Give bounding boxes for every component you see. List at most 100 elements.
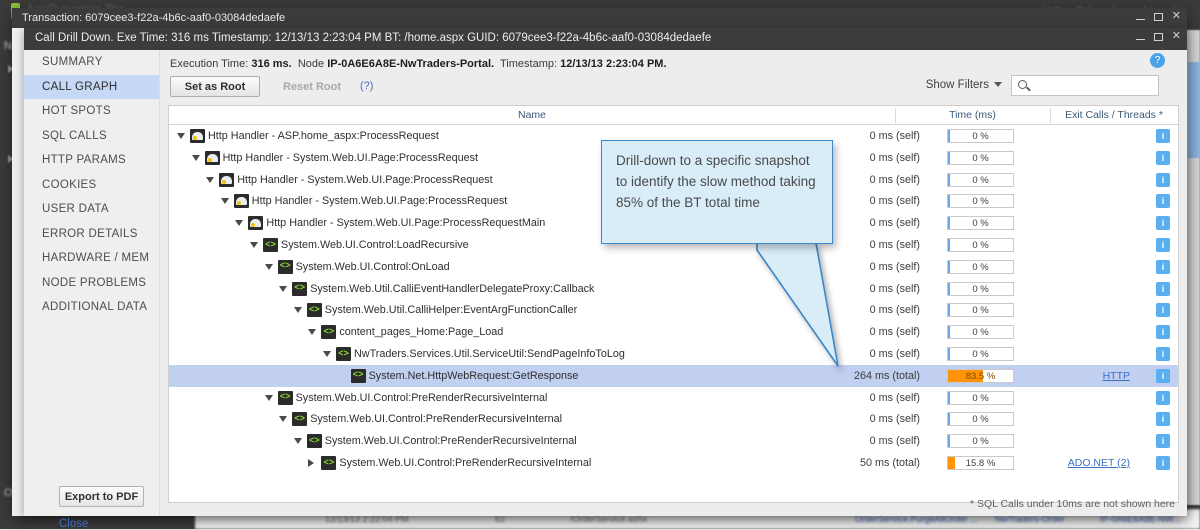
column-header-name[interactable]: Name <box>169 109 895 121</box>
node-value: IP-0A6E6A8E-NwTraders-Portal. <box>327 58 495 70</box>
collapse-triangle-icon[interactable] <box>279 285 288 292</box>
maximize-icon[interactable] <box>1153 32 1163 41</box>
collapse-triangle-icon[interactable] <box>177 133 185 139</box>
row-info-icon[interactable]: i <box>1156 325 1170 340</box>
close-link[interactable]: Close <box>59 518 88 530</box>
collapse-triangle-icon[interactable] <box>250 242 258 248</box>
sidebar-item-summary[interactable]: SUMMARY <box>24 50 159 75</box>
collapse-triangle-icon[interactable] <box>264 394 273 401</box>
row-percent-label: 15.8 % <box>965 458 996 469</box>
call-drill-down-titlebar[interactable]: Call Drill Down. Exe Time: 316 ms Timest… <box>24 28 1187 50</box>
minimize-icon[interactable] <box>1135 33 1145 40</box>
table-row[interactable]: <> System.Web.UI.Control:PreRenderRecursi… <box>169 387 1178 409</box>
row-time-value: 0 ms (self) <box>869 173 920 186</box>
row-time-value: 0 ms (self) <box>869 151 920 164</box>
row-info-icon[interactable]: i <box>1156 434 1170 449</box>
sidebar-item-label: HTTP PARAMS <box>42 154 127 166</box>
sidebar-item-hardware-mem[interactable]: HARDWARE / MEM <box>24 246 159 271</box>
transaction-titlebar[interactable]: Transaction: 6079cee3-f22a-4b6c-aaf0-030… <box>12 8 1187 28</box>
sidebar-item-http-params[interactable]: HTTP PARAMS <box>24 148 159 173</box>
export-to-pdf-button[interactable]: Export to PDF <box>59 486 144 507</box>
row-percent-label: 0 % <box>972 349 989 360</box>
row-info-icon[interactable]: i <box>1156 150 1170 165</box>
row-info-icon[interactable]: i <box>1156 238 1170 252</box>
table-row[interactable]: <> NwTraders.Services.Util.ServiceUtil:Se… <box>169 343 1178 365</box>
expand-triangle-icon[interactable] <box>308 459 315 467</box>
search-input-wrapper[interactable] <box>1011 75 1159 96</box>
table-row[interactable]: <> System.Web.UI.Control:PreRenderRecursi… <box>169 452 1178 474</box>
row-info-icon[interactable]: i <box>1156 129 1170 143</box>
help-badge-icon[interactable]: ? <box>1150 53 1165 68</box>
row-percent-label: 0 % <box>972 218 989 230</box>
help-link[interactable]: (?) <box>360 80 373 92</box>
collapse-triangle-icon[interactable] <box>308 329 317 336</box>
table-row[interactable]: <> System.Net.HttpWebRequest:GetResponse 2… <box>169 364 1178 387</box>
table-row[interactable]: <> System.Web.UI.Control:PreRenderRecursi… <box>169 430 1178 452</box>
sidebar-item-error-details[interactable]: ERROR DETAILS <box>24 222 159 247</box>
row-info-icon[interactable]: i <box>1156 368 1170 383</box>
sidebar-item-hot-spots[interactable]: HOT SPOTS <box>24 99 159 124</box>
row-method-name: Http Handler - ASP.home_aspx:ProcessRequ… <box>208 130 439 142</box>
sidebar-item-node-problems[interactable]: NODE PROBLEMS <box>24 271 159 296</box>
row-exit-call-link[interactable]: ADO.NET (2) <box>1068 457 1130 469</box>
row-info-icon[interactable]: i <box>1156 347 1170 361</box>
sidebar-item-cookies[interactable]: COOKIES <box>24 173 159 198</box>
code-icon: <> <box>263 238 278 252</box>
collapse-triangle-icon[interactable] <box>206 176 215 183</box>
row-info-icon[interactable]: i <box>1156 390 1170 405</box>
table-row[interactable]: <> System.Web.Util.CalliHelper:EventArgFu… <box>169 299 1178 321</box>
background-scrollbar-thumb[interactable] <box>1188 62 1199 158</box>
row-info-icon[interactable]: i <box>1156 172 1170 187</box>
sidebar-item-user-data[interactable]: USER DATA <box>24 197 159 222</box>
collapse-triangle-icon[interactable] <box>293 438 302 445</box>
row-time-value: 0 ms (self) <box>869 435 920 448</box>
row-info-icon[interactable]: i <box>1156 456 1170 470</box>
column-header-time[interactable]: Time (ms) <box>895 109 1050 121</box>
collapse-triangle-icon[interactable] <box>293 307 302 314</box>
maximize-icon[interactable] <box>1153 12 1163 21</box>
collapse-triangle-icon[interactable] <box>220 198 229 205</box>
reset-root-button: Reset Root <box>282 80 342 93</box>
row-time-value: 0 ms (self) <box>869 391 920 404</box>
row-method-name: System.Web.UI.Control:PreRenderRecursive… <box>295 391 548 404</box>
table-row[interactable]: <> System.Web.UI.Control:OnLoad 0 ms (self… <box>169 256 1178 278</box>
collapse-triangle-icon[interactable] <box>323 351 331 357</box>
background-vertical-scrollbar[interactable] <box>1186 30 1200 505</box>
search-icon <box>1018 80 1027 89</box>
close-icon[interactable]: ✕ <box>1172 11 1181 22</box>
sidebar-item-label: HARDWARE / MEM <box>42 252 150 264</box>
sidebar-item-call-graph[interactable]: CALL GRAPH <box>24 74 159 99</box>
table-row[interactable]: <> System.Web.Util.CalliEventHandlerDeleg… <box>169 278 1178 300</box>
row-method-name: System.Web.UI.Control:PreRenderRecursive… <box>310 413 563 426</box>
table-row[interactable]: <> System.Web.UI.Control:PreRenderRecursi… <box>169 408 1178 430</box>
sidebar-item-additional-data[interactable]: ADDITIONAL DATA <box>24 295 159 320</box>
sidebar-item-sql-calls[interactable]: SQL CALLS <box>24 124 159 149</box>
transaction-window-title: Transaction: 6079cee3-f22a-4b6c-aaf0-030… <box>22 12 286 24</box>
code-glyph: <> <box>279 261 291 272</box>
sidebar-item-label: ERROR DETAILS <box>42 227 138 240</box>
code-icon: <> <box>306 434 322 449</box>
collapse-triangle-icon[interactable] <box>235 220 244 227</box>
show-filters-dropdown[interactable]: Show Filters <box>926 79 1002 91</box>
row-info-icon[interactable]: i <box>1156 194 1170 209</box>
row-info-icon[interactable]: i <box>1156 281 1170 296</box>
column-header-exit[interactable]: Exit Calls / Threads * <box>1050 109 1178 121</box>
row-info-icon[interactable]: i <box>1156 259 1170 274</box>
table-row[interactable]: <> content_pages_Home:Page_Load 0 ms (self… <box>169 321 1178 343</box>
close-icon[interactable]: ✕ <box>1172 31 1181 42</box>
collapse-triangle-icon[interactable] <box>191 154 200 161</box>
row-info-icon[interactable]: i <box>1156 216 1170 231</box>
row-info-icon[interactable]: i <box>1156 303 1170 318</box>
row-exit-call-link[interactable]: HTTP <box>1103 370 1130 382</box>
table-header-row: Name Time (ms) Exit Calls / Threads * <box>169 106 1178 125</box>
collapse-triangle-icon[interactable] <box>279 416 288 423</box>
code-glyph: <> <box>323 326 335 337</box>
row-info-icon[interactable]: i <box>1156 412 1170 427</box>
set-as-root-button[interactable]: Set as Root <box>170 76 260 97</box>
sidebar-item-label: COOKIES <box>42 178 97 191</box>
call-drill-down-window: Call Drill Down. Exe Time: 316 ms Timest… <box>24 28 1187 530</box>
sidebar-item-label: HOT SPOTS <box>42 105 111 117</box>
minimize-icon[interactable] <box>1135 13 1145 20</box>
row-time-value: 0 ms (self) <box>869 413 920 426</box>
collapse-triangle-icon[interactable] <box>264 263 273 270</box>
